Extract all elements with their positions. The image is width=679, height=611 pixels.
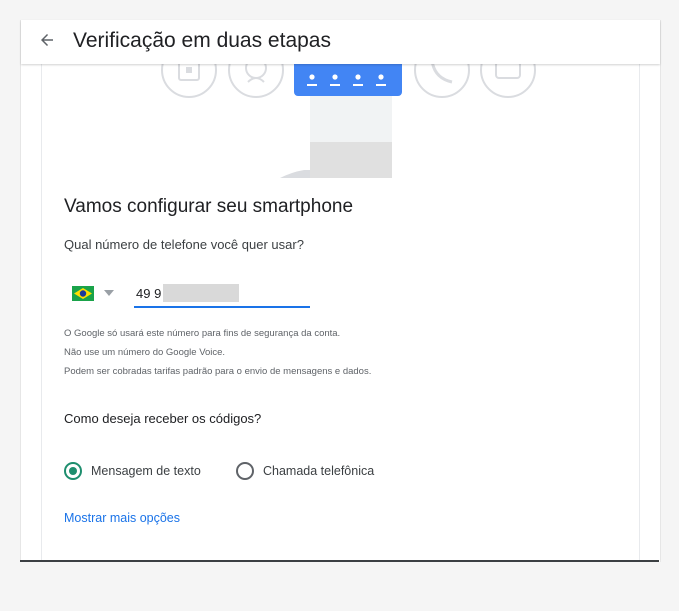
info-text: O Google só usará este número para fins … <box>64 324 371 381</box>
app-header: Verificação em duas etapas <box>21 20 660 64</box>
phone-illustration <box>161 64 536 178</box>
info-line: Não use um número do Google Voice. <box>64 347 226 358</box>
backup-codes-icon <box>480 64 536 98</box>
security-key-icon <box>161 64 217 98</box>
country-selector[interactable] <box>72 282 124 304</box>
redacted-digits <box>163 284 240 302</box>
section-title: Vamos configurar seu smartphone <box>64 196 354 217</box>
show-more-options-link[interactable]: Mostrar mais opções <box>64 511 180 525</box>
page-title: Verificação em duas etapas <box>73 29 331 52</box>
dialog-window: Verificação em duas etapas Vamos configu… <box>20 20 661 562</box>
arrow-left-icon <box>41 34 53 46</box>
divider <box>20 560 659 562</box>
back-button[interactable] <box>35 28 59 52</box>
phone-number-value: 49 9 <box>136 285 162 301</box>
phone-number-input[interactable]: 49 9 <box>134 280 310 308</box>
phone-call-icon <box>414 64 470 98</box>
setup-card: Vamos configurar seu smartphone Qual núm… <box>41 64 640 562</box>
phone-question-label: Qual número de telefone você quer usar? <box>64 237 304 252</box>
info-line: Podem ser cobradas tarifas padrão para o… <box>64 366 372 377</box>
receive-codes-question: Como deseja receber os códigos? <box>64 411 262 426</box>
radio-text-message[interactable]: Mensagem de texto <box>64 462 201 480</box>
radio-label: Mensagem de texto <box>91 464 201 478</box>
smartphone-illustration <box>280 64 402 178</box>
authenticator-icon <box>228 64 284 98</box>
brazil-flag-icon <box>72 285 94 301</box>
radio-phone-call[interactable]: Chamada telefônica <box>236 462 374 480</box>
radio-button[interactable] <box>236 462 254 480</box>
radio-label: Chamada telefônica <box>263 464 375 478</box>
info-line: O Google só usará este número para fins … <box>64 328 341 339</box>
caret-down-icon <box>104 290 114 296</box>
radio-button-checked[interactable] <box>64 462 82 480</box>
